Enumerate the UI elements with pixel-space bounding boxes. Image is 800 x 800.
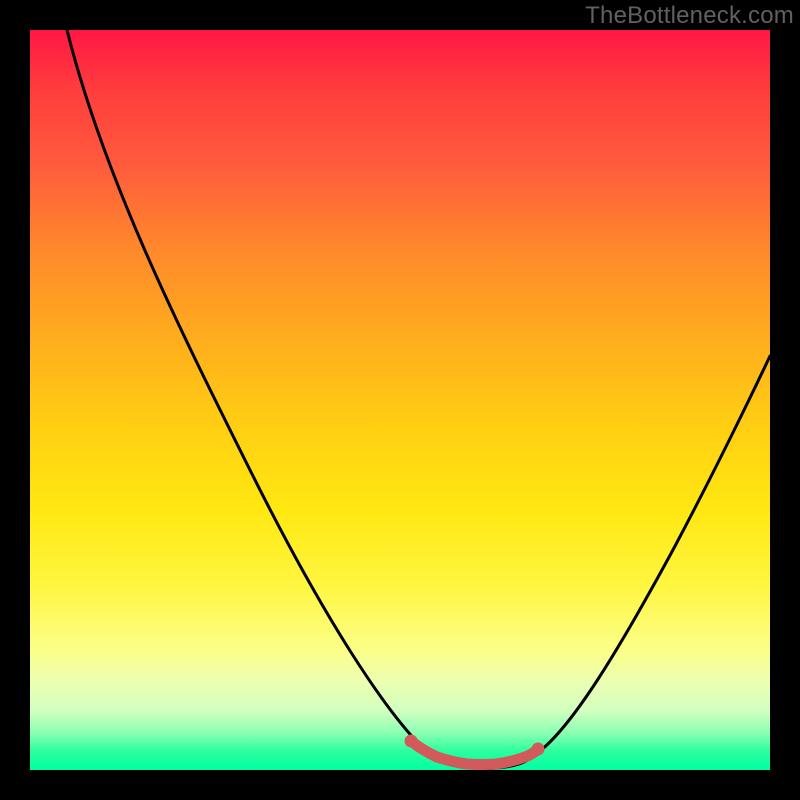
optimal-segment-path bbox=[411, 741, 538, 765]
bottleneck-curve-path bbox=[67, 30, 770, 768]
watermark-text: TheBottleneck.com bbox=[585, 2, 794, 30]
curve-layer bbox=[30, 30, 770, 770]
bottleneck-chart: TheBottleneck.com bbox=[0, 0, 800, 800]
optimal-segment-end-dot bbox=[532, 743, 545, 756]
optimal-segment-start-dot bbox=[405, 735, 418, 748]
plot-area bbox=[30, 30, 770, 770]
